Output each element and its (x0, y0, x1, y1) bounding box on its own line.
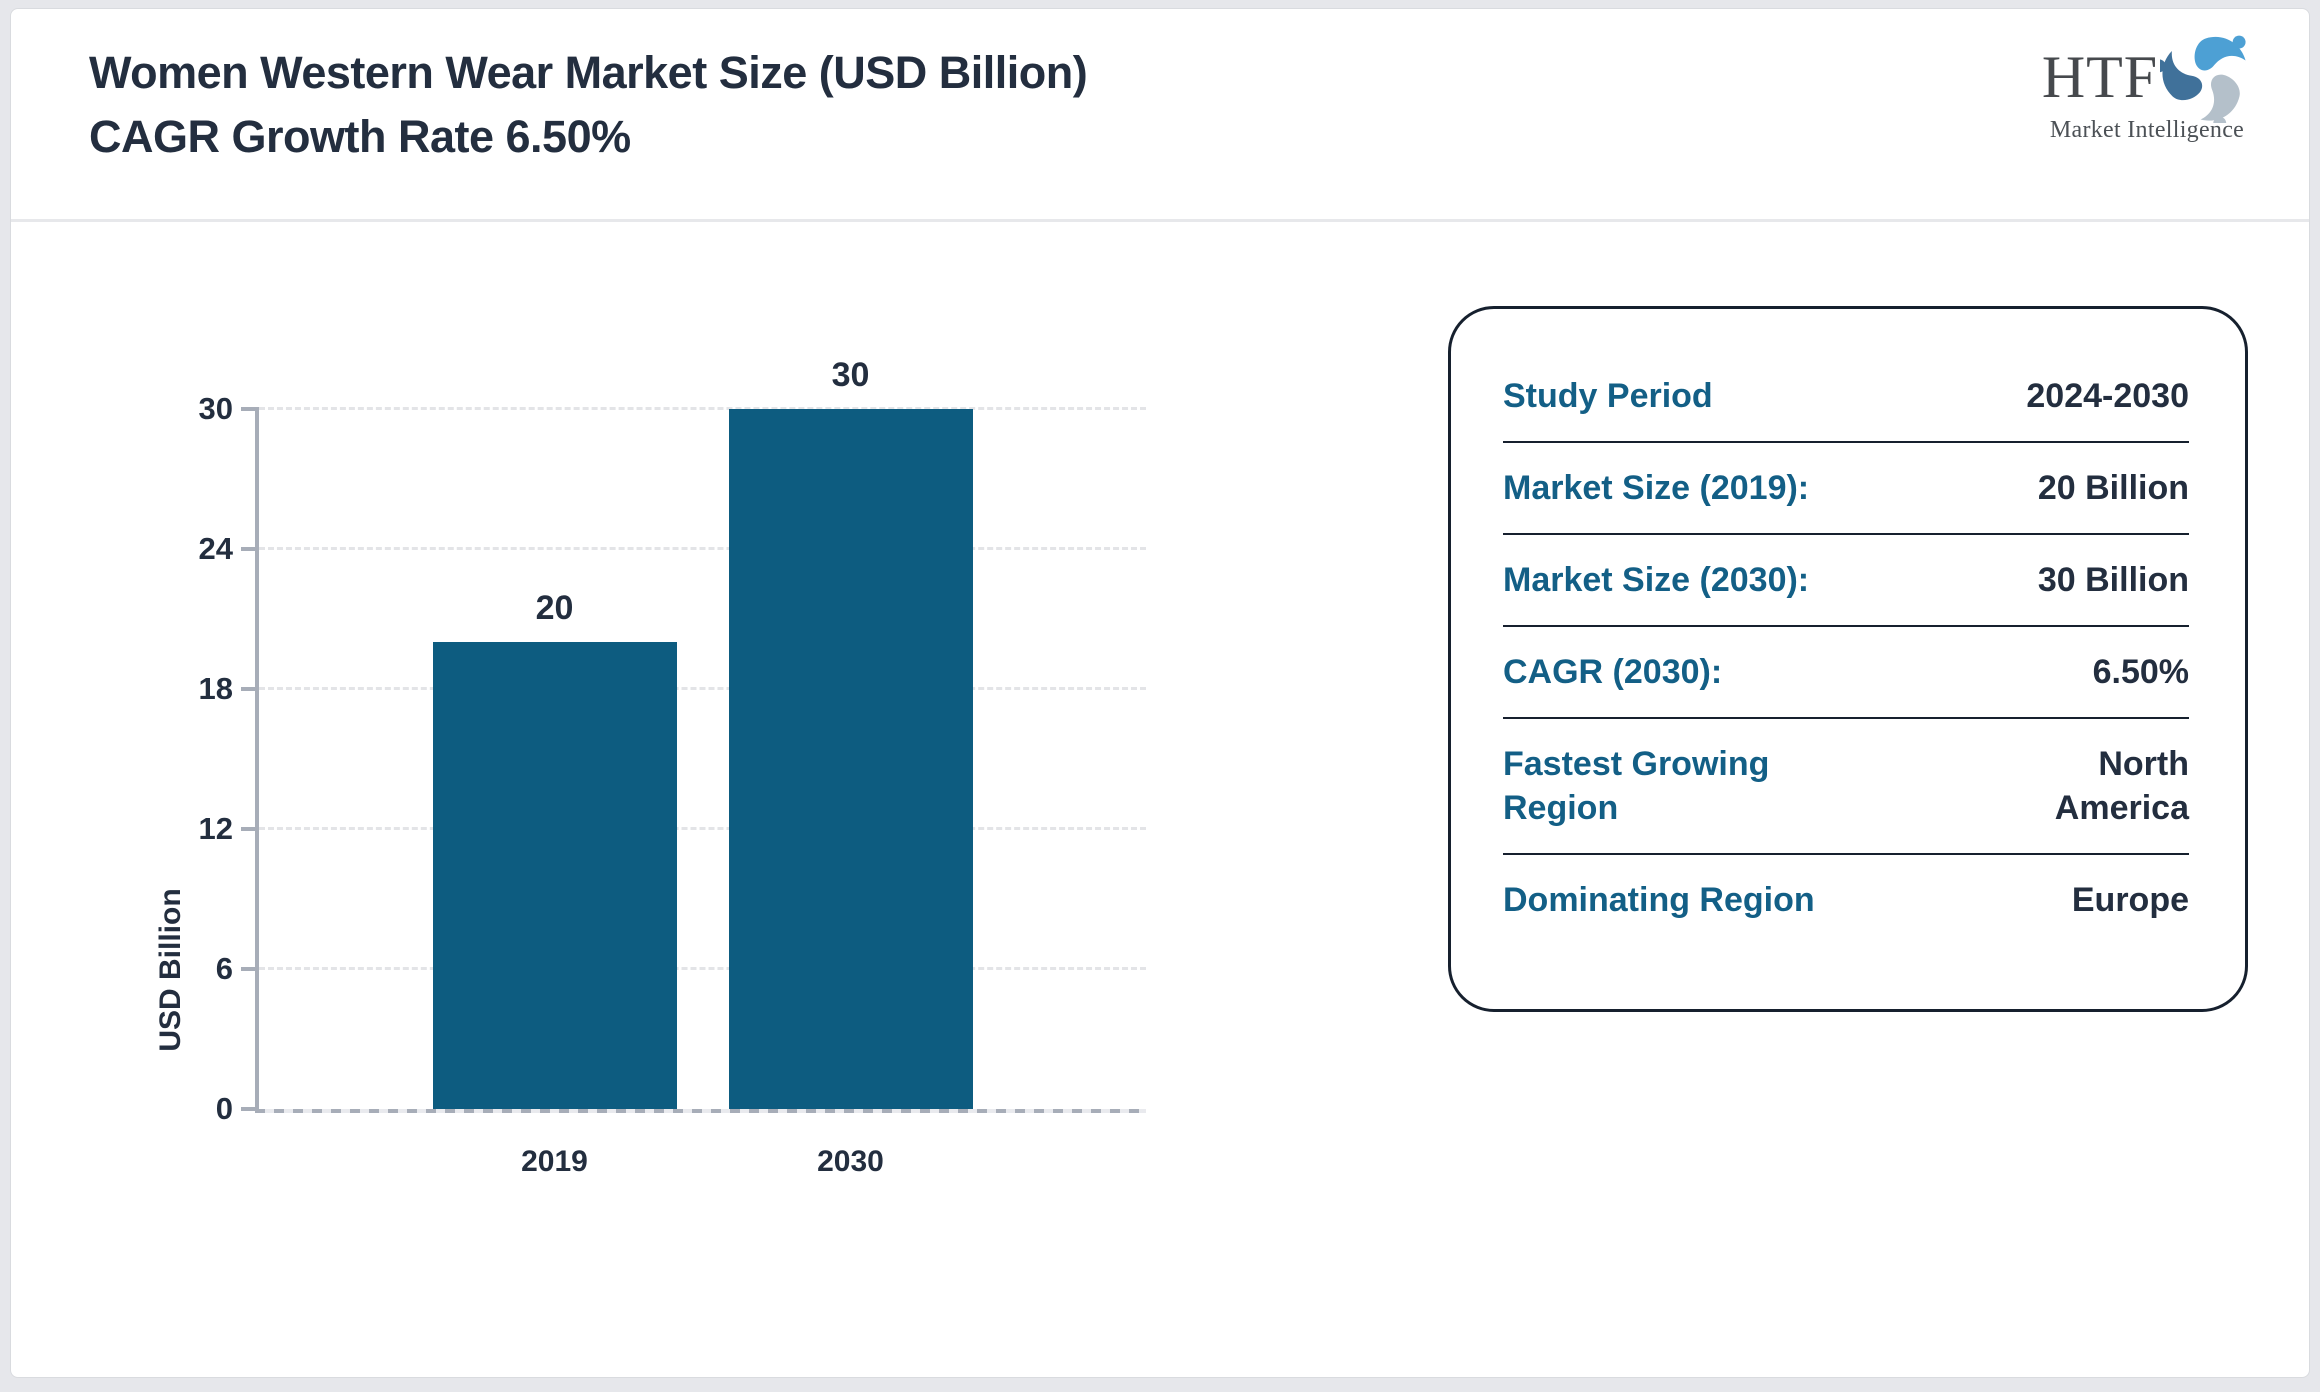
bar-value-label: 20 (433, 589, 677, 628)
logo-tagline: Market Intelligence (2037, 117, 2257, 144)
y-tick-label: 24 (133, 531, 233, 567)
gridline-y30 (259, 407, 1146, 410)
market-summary-panel: Study Period 2024-2030 Market Size (2019… (1448, 306, 2248, 1012)
summary-value: 30 Billion (1979, 558, 2189, 602)
page-title: Women Western Wear Market Size (USD Bill… (89, 41, 1087, 169)
summary-label: CAGR (2030): (1503, 650, 1883, 694)
summary-row-fastest-growing-region: Fastest Growing Region North America (1503, 719, 2189, 853)
page-title-line1: Women Western Wear Market Size (USD Bill… (89, 41, 1087, 105)
summary-row-dominating-region: Dominating Region Europe (1503, 855, 2189, 945)
bar-value-label: 30 (729, 356, 973, 395)
summary-value: 6.50% (1979, 650, 2189, 694)
summary-value: North America (1979, 742, 2189, 830)
gridline-y12 (259, 827, 1146, 830)
x-category-label: 2019 (433, 1145, 677, 1179)
summary-label: Study Period (1503, 374, 1883, 418)
y-tick-label: 12 (133, 811, 233, 847)
page-title-line2: CAGR Growth Rate 6.50% (89, 105, 1087, 169)
bar-chart: USD Billion 0612182430202019302030 (11, 220, 1271, 1220)
y-tick-label: 30 (133, 391, 233, 427)
y-tick-label: 0 (133, 1091, 233, 1127)
summary-value: Europe (1979, 878, 2189, 922)
logo-row: HTF (2037, 31, 2257, 123)
gridline-y18 (259, 687, 1146, 690)
summary-row-market-size-2019: Market Size (2019): 20 Billion (1503, 443, 2189, 533)
summary-row-study-period: Study Period 2024-2030 (1503, 351, 2189, 441)
x-axis-line (255, 1109, 1146, 1113)
bar-2030 (729, 409, 973, 1109)
gridline-y6 (259, 967, 1146, 970)
summary-row-market-size-2030: Market Size (2030): 30 Billion (1503, 535, 2189, 625)
header: Women Western Wear Market Size (USD Bill… (11, 9, 2309, 219)
report-card: Women Western Wear Market Size (USD Bill… (10, 8, 2310, 1378)
summary-label: Market Size (2030): (1503, 558, 1883, 602)
gridline-y24 (259, 547, 1146, 550)
summary-value: 2024-2030 (1979, 374, 2189, 418)
summary-label: Market Size (2019): (1503, 466, 1883, 510)
logo-swirl-icon (2160, 31, 2252, 123)
bar-2019 (433, 642, 677, 1109)
x-category-label: 2030 (729, 1145, 973, 1179)
y-tick-label: 6 (133, 951, 233, 987)
summary-label: Fastest Growing Region (1503, 742, 1883, 830)
logo-acronym: HTF (2042, 31, 2158, 123)
y-axis-line (255, 409, 259, 1111)
summary-label: Dominating Region (1503, 878, 1883, 922)
summary-row-cagr: CAGR (2030): 6.50% (1503, 627, 2189, 717)
y-tick-label: 18 (133, 671, 233, 707)
summary-value: 20 Billion (1979, 466, 2189, 510)
htf-logo: HTF Market Intelligence (2037, 31, 2257, 144)
